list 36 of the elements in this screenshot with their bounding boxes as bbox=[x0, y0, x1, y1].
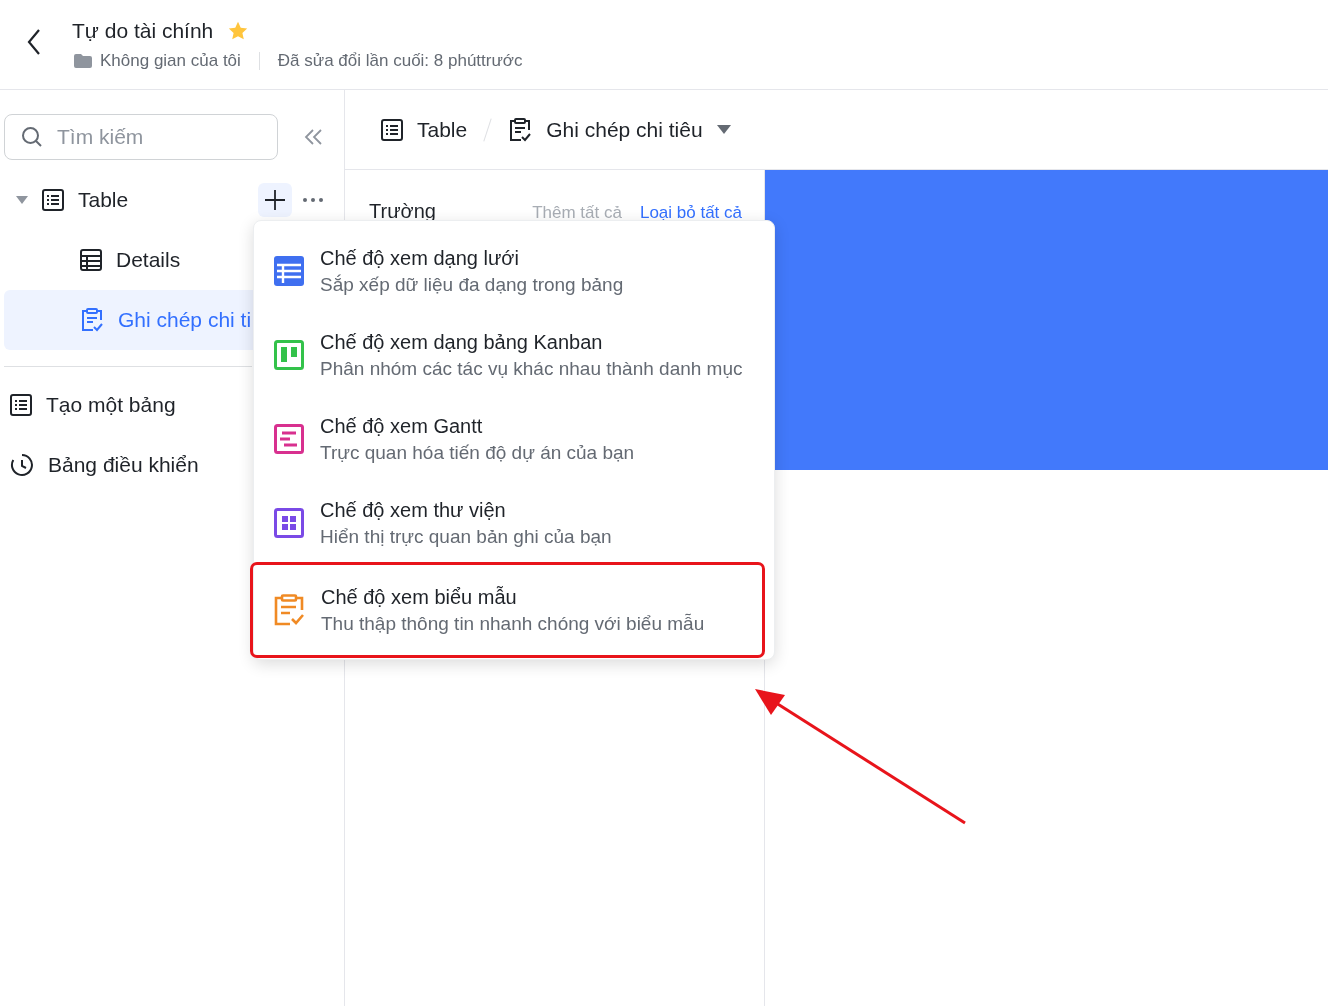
add-icon[interactable] bbox=[258, 183, 292, 217]
clipboard-icon bbox=[80, 308, 104, 332]
menu-item[interactable]: Chế độ xem thư viện Hiển thị trực quan bản ghi của bạn bbox=[254, 481, 774, 565]
menu-item-title: Chế độ xem thư viện bbox=[320, 498, 507, 522]
back-icon[interactable] bbox=[26, 27, 42, 56]
dashboard-icon bbox=[10, 453, 34, 477]
grid-icon bbox=[80, 249, 102, 271]
modified-text: Đã sửa đổi lần cuối: 8 phúttrước bbox=[277, 50, 523, 71]
list-icon bbox=[381, 118, 403, 141]
caret-icon[interactable] bbox=[16, 195, 28, 205]
tree-item[interactable]: Table bbox=[4, 170, 322, 230]
menu-item-title: Chế độ xem biểu mẫu bbox=[321, 585, 518, 609]
menu-item[interactable]: Chế độ xem biểu mẫu Thu thập thông tin nhanh chóng với biểu mẫu bbox=[253, 565, 762, 655]
more-icon[interactable] bbox=[302, 197, 324, 203]
menu-item-title: Chế độ xem dạng lưới bbox=[320, 246, 520, 270]
search-field[interactable]: Tìm kiếm bbox=[4, 114, 278, 160]
menu-item-description: Sắp xếp dữ liệu đa dạng trong bảng bbox=[320, 273, 624, 296]
list-icon bbox=[10, 394, 32, 416]
menu-item-description: Hiển thị trực quan bản ghi của bạn bbox=[320, 525, 612, 548]
menu-item-description: Phân nhóm các tác vụ khác nhau thành danh mục bbox=[320, 357, 743, 380]
menu-item-title: Chế độ xem dạng bảng Kanban bbox=[320, 330, 604, 354]
remove-all-link[interactable]: Loại bỏ tất cả bbox=[639, 203, 742, 223]
location-text[interactable]: Không gian của tôi bbox=[100, 50, 241, 71]
search-icon bbox=[21, 126, 43, 148]
folder-icon bbox=[74, 53, 92, 68]
collapse-icon[interactable] bbox=[304, 128, 324, 146]
menu-item-description: Trực quan hóa tiến độ dự án của bạn bbox=[320, 441, 635, 464]
menu-item-description: Thu thập thông tin nhanh chóng với biểu mẫu bbox=[321, 612, 705, 635]
document-title: Tự do tài chính bbox=[72, 18, 214, 43]
breadcrumb-item[interactable]: Ghi chép chi tiêu bbox=[508, 117, 731, 142]
menu-item-title: Chế độ xem Gantt bbox=[320, 414, 484, 438]
breadcrumb-item[interactable]: Table bbox=[381, 117, 468, 142]
fields-heading: Trường bbox=[369, 200, 437, 223]
clipboard-icon bbox=[508, 117, 533, 142]
dropdown-icon[interactable] bbox=[716, 125, 731, 134]
list-icon bbox=[42, 189, 64, 211]
